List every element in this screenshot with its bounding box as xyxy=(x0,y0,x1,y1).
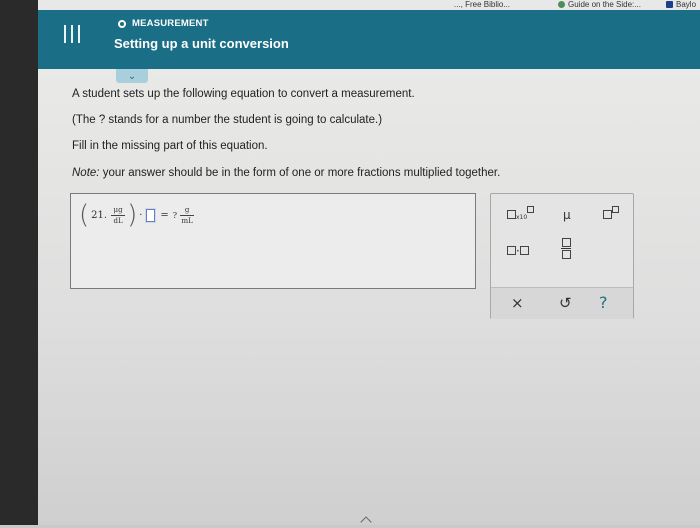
topic-label: MEASUREMENT xyxy=(132,18,209,29)
bookmark-item[interactable]: ..., Free Biblio... xyxy=(454,0,510,10)
base-box-icon xyxy=(603,210,612,219)
mu-button[interactable]: μ xyxy=(563,208,571,222)
main-content: ⌄ A student sets up the following equati… xyxy=(38,69,700,525)
bookmark-label: ..., Free Biblio... xyxy=(454,0,511,9)
question-line-1: A student sets up the following equation… xyxy=(72,88,415,100)
equals-sign: = xyxy=(160,209,169,221)
fraction-bar xyxy=(111,214,126,216)
unknown-value: ? xyxy=(172,210,178,220)
note-line: Note: your answer should be in the form … xyxy=(72,167,500,179)
x10-label: x10 xyxy=(516,214,528,221)
numerator-box-icon xyxy=(561,238,571,247)
expand-chevron-button[interactable]: ⌄ xyxy=(116,69,148,83)
denominator-box-icon xyxy=(561,250,571,259)
box-icon xyxy=(507,246,516,255)
exponent-box-icon xyxy=(612,206,619,213)
result-fraction: g mL xyxy=(180,205,195,225)
fraction-bar xyxy=(180,214,195,216)
bookmark-label: Baylo xyxy=(676,0,697,9)
clear-button[interactable]: × xyxy=(511,294,524,312)
coefficient: 21. xyxy=(91,209,108,221)
note-label: Note: xyxy=(72,167,100,179)
bookmark-square-icon xyxy=(666,1,673,9)
bookmark-item[interactable]: Guide on the Side:... xyxy=(558,0,641,10)
unit-fraction: μg dL xyxy=(111,205,126,225)
bookmark-item[interactable]: Baylo xyxy=(666,0,696,10)
note-text: your answer should be in the form of one… xyxy=(99,167,501,179)
bookmarks-bar: ..., Free Biblio... Guide on the Side:..… xyxy=(38,0,700,10)
exponent-box-icon xyxy=(527,206,535,213)
topic-row: MEASUREMENT xyxy=(118,18,209,29)
globe-icon xyxy=(558,1,565,9)
unit-numerator: μg xyxy=(113,205,123,214)
question-line-3: Fill in the missing part of this equatio… xyxy=(72,140,268,152)
multiply-operator: · xyxy=(139,209,143,221)
chevron-down-icon: ⌄ xyxy=(127,70,137,82)
fraction-bar-icon xyxy=(561,248,571,249)
right-paren: ) xyxy=(127,200,138,230)
equation: ( 21. μg dL ) · = ? g mL xyxy=(79,202,196,228)
page-title: Setting up a unit conversion xyxy=(114,36,289,51)
unit-denominator: dL xyxy=(113,216,123,225)
question-line-2: (The ? stands for a number the student i… xyxy=(72,114,383,126)
result-denominator: mL xyxy=(181,216,193,225)
hamburger-menu-icon[interactable] xyxy=(64,25,80,43)
circle-status-icon xyxy=(118,19,126,28)
tools-action-row: × ↺ ? xyxy=(491,287,633,319)
base-box-icon xyxy=(507,210,516,219)
left-paren: ( xyxy=(79,200,90,230)
multiply-dot-button[interactable]: · xyxy=(507,244,529,258)
scientific-notation-button[interactable]: x10 xyxy=(507,206,535,222)
result-numerator: g xyxy=(184,205,190,214)
blank-answer-slot[interactable] xyxy=(146,208,156,222)
math-tools-panel: x10 μ · × ↺ ? xyxy=(490,193,634,319)
undo-button[interactable]: ↺ xyxy=(559,294,572,312)
box-icon xyxy=(519,246,529,255)
help-button[interactable]: ? xyxy=(599,293,608,312)
superscript-button[interactable] xyxy=(603,206,619,222)
fraction-button[interactable] xyxy=(561,238,571,259)
bookmark-label: Guide on the Side:... xyxy=(568,0,641,9)
answer-input-box[interactable]: ( 21. μg dL ) · = ? g mL xyxy=(70,193,476,289)
screen-bezel xyxy=(0,0,38,525)
page-header: MEASUREMENT Setting up a unit conversion xyxy=(38,10,700,69)
